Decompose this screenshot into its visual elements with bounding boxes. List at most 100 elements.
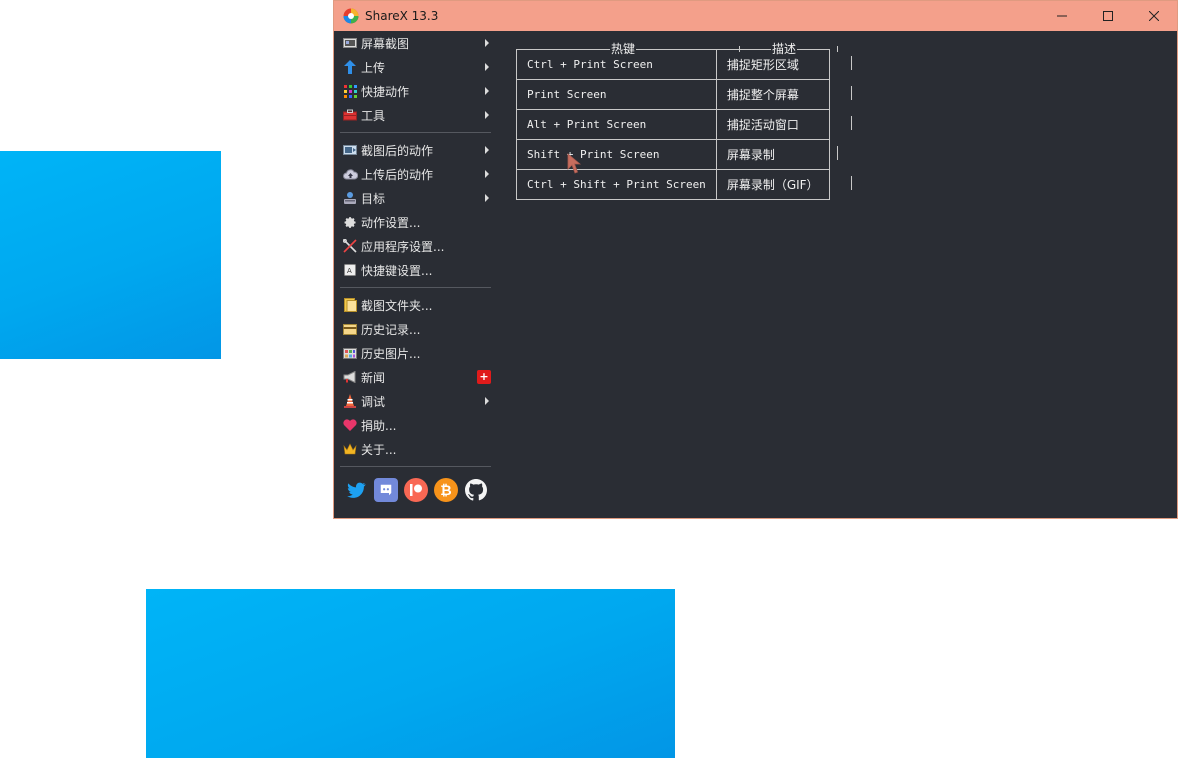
menu-item-label: 上传 (361, 60, 386, 75)
after-capture-icon (342, 142, 358, 158)
image-history-icon (342, 345, 358, 361)
menu-item-label: 快捷键设置... (361, 263, 433, 278)
submenu-arrow-icon (485, 111, 489, 119)
bitcoin-icon[interactable]: ₿ (434, 478, 458, 502)
menu-item-heart[interactable]: 捐助... (334, 413, 494, 437)
menu-item-label: 快捷动作 (361, 84, 410, 99)
traffic-cone-icon (342, 393, 358, 409)
submenu-arrow-icon (485, 397, 489, 405)
menu-item-crown[interactable]: 关于... (334, 437, 494, 461)
close-button[interactable] (1131, 1, 1177, 31)
maximize-button[interactable] (1085, 1, 1131, 31)
megaphone-icon (342, 369, 358, 385)
menu-item-image-history[interactable]: 历史图片... (334, 341, 494, 365)
destinations-icon (342, 190, 358, 206)
description-cell: 屏幕录制 (715, 139, 830, 170)
description-cell: 捕捉活动窗口 (715, 109, 830, 140)
menu-item-folder[interactable]: 截图文件夹... (334, 293, 494, 317)
menu-item-label: 关于... (361, 442, 397, 457)
close-icon (1149, 11, 1159, 21)
discord-icon[interactable] (374, 478, 398, 502)
menu-separator (340, 132, 491, 133)
twitter-icon[interactable] (344, 478, 368, 502)
window-title: ShareX 13.3 (365, 9, 439, 23)
hotkey-table: Ctrl + Print Screen 捕捉矩形区域 Print Screen 捕捉整… (516, 49, 830, 200)
menu-item-history-card[interactable]: 历史记录... (334, 317, 494, 341)
svg-text:A: A (347, 267, 352, 275)
menu-item-label: 屏幕截图 (361, 36, 410, 51)
menu-item-megaphone[interactable]: 新闻 + (334, 365, 494, 389)
history-card-icon (342, 321, 358, 337)
crown-icon (342, 441, 358, 457)
table-border-artifact (851, 56, 852, 70)
menu-item-label: 历史记录... (361, 322, 421, 337)
menu-item-label: 应用程序设置... (361, 239, 445, 254)
menu-item-quick-actions-grid[interactable]: 快捷动作 (334, 79, 494, 103)
menu-item-destinations[interactable]: 目标 (334, 186, 494, 210)
hotkey-cell: Print Screen (516, 79, 717, 110)
hotkey-cell: Ctrl + Shift + Print Screen (516, 169, 717, 200)
submenu-arrow-icon (485, 63, 489, 71)
menu-item-label: 工具 (361, 108, 386, 123)
hotkey-overview: 热键 描述 Ctrl + Print Screen 捕捉矩形区域 Print Scr… (516, 40, 852, 200)
menu-item-after-upload-cloud[interactable]: 上传后的动作 (334, 162, 494, 186)
table-border-artifact (851, 116, 852, 130)
table-row: Alt + Print Screen 捕捉活动窗口 (516, 109, 830, 140)
hotkey-column-header: 热键 (610, 40, 637, 57)
submenu-arrow-icon (485, 146, 489, 154)
menu-item-label: 新闻 (361, 370, 386, 385)
quick-actions-grid-icon (342, 83, 358, 99)
table-row: Shift + Print Screen 屏幕录制 (516, 139, 830, 170)
news-badge: + (477, 370, 491, 384)
menu-item-label: 上传后的动作 (361, 167, 434, 182)
main-menu: 屏幕截图上传快捷动作工具 截图后的动作 上传后的动作 目标动作设置... 应用程序设置… (334, 31, 494, 502)
upload-arrow-icon (342, 59, 358, 75)
description-cell: 捕捉整个屏幕 (715, 79, 830, 110)
gear-icon (342, 214, 358, 230)
table-border-artifact (851, 86, 852, 100)
toolbox-icon (342, 107, 358, 123)
menu-item-screenshot[interactable]: 屏幕截图 (334, 31, 494, 55)
sharex-logo-icon (343, 8, 359, 24)
table-border-artifact (851, 176, 852, 190)
folder-icon (342, 297, 358, 313)
menu-item-toolbox[interactable]: 工具 (334, 103, 494, 127)
menu-item-label: 调试 (361, 394, 386, 409)
description-cell: 屏幕录制（GIF） (715, 169, 830, 200)
patreon-icon[interactable] (404, 478, 428, 502)
menu-item-label: 历史图片... (361, 346, 421, 361)
menu-item-after-capture[interactable]: 截图后的动作 (334, 138, 494, 162)
social-links: ₿ (334, 472, 494, 502)
title-bar[interactable]: ShareX 13.3 (334, 1, 1177, 31)
menu-separator (340, 287, 491, 288)
mouse-cursor-icon (567, 153, 581, 174)
menu-item-gear[interactable]: 动作设置... (334, 210, 494, 234)
menu-item-wrench-screwdriver[interactable]: 应用程序设置... (334, 234, 494, 258)
table-row: Ctrl + Shift + Print Screen 屏幕录制（GIF） (516, 169, 830, 200)
menu-item-traffic-cone[interactable]: 调试 (334, 389, 494, 413)
minimize-icon (1057, 15, 1067, 17)
keyboard-key-icon: A (342, 262, 358, 278)
menu-item-label: 捐助... (361, 418, 397, 433)
menu-item-label: 目标 (361, 191, 386, 206)
description-column-header: 描述 (771, 40, 798, 57)
submenu-arrow-icon (485, 39, 489, 47)
wrench-screwdriver-icon (342, 238, 358, 254)
menu-separator (340, 466, 491, 467)
menu-item-label: 截图文件夹... (361, 298, 433, 313)
submenu-arrow-icon (485, 170, 489, 178)
menu-item-keyboard-key[interactable]: A 快捷键设置... (334, 258, 494, 282)
github-icon[interactable] (464, 478, 488, 502)
sharex-main-window: ShareX 13.3 屏幕截图上传快捷动作工具 截图后的动作 上传后的动作 目标动… (333, 0, 1178, 519)
maximize-icon (1103, 11, 1113, 21)
menu-item-upload-arrow[interactable]: 上传 (334, 55, 494, 79)
desktop-wallpaper-tile (0, 151, 221, 359)
table-border-artifact (739, 46, 740, 52)
table-row: Print Screen 捕捉整个屏幕 (516, 79, 830, 110)
hotkey-cell: Alt + Print Screen (516, 109, 717, 140)
table-border-artifact (837, 46, 838, 52)
desktop-wallpaper-tile (146, 589, 675, 758)
menu-item-label: 截图后的动作 (361, 143, 434, 158)
submenu-arrow-icon (485, 87, 489, 95)
minimize-button[interactable] (1039, 1, 1085, 31)
